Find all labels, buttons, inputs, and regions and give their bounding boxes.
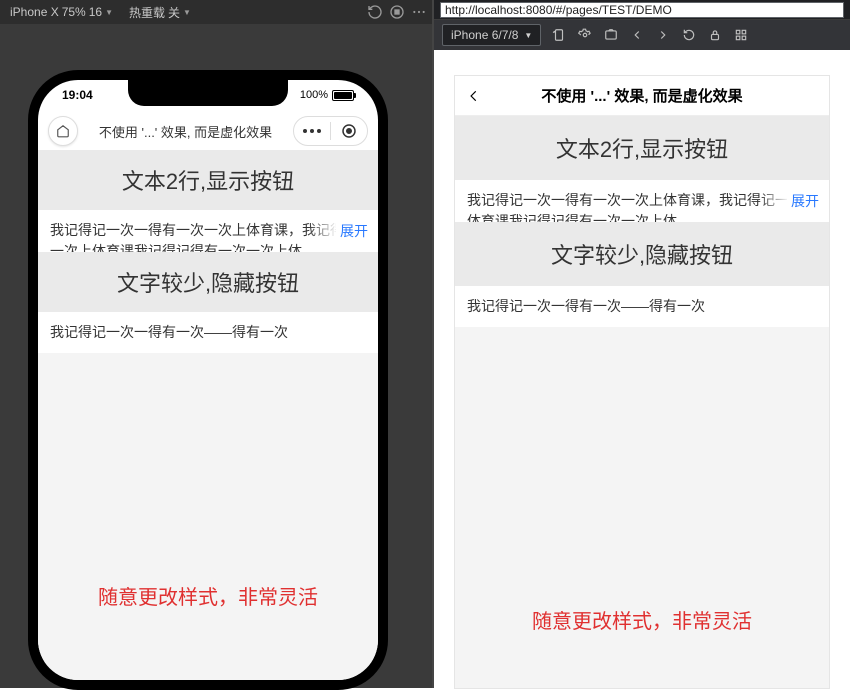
more-icon[interactable] [410,3,428,21]
arrow-left-icon[interactable] [629,27,645,43]
section-heading-2: 文字较少,隐藏按钮 [455,222,829,286]
battery-pct: 100% [300,89,328,101]
refresh-icon[interactable] [366,3,384,21]
status-battery: 100% [300,89,354,101]
reload-icon[interactable] [681,27,697,43]
mp-nav-bar: 不使用 '...' 效果, 而是虚化效果 [38,114,378,148]
text-block-1: 我记得记一次一得有一次一次上体育课，我记得记一次上体育课我记得记得有一次一次上体… [38,210,378,252]
expand-button[interactable]: 展开 [787,191,819,212]
footer-note: 随意更改样式，非常灵活 [455,605,829,634]
capsule-close-button[interactable] [331,122,367,140]
chevron-down-icon: ▼ [183,8,191,17]
hot-reload-state: 关 [168,4,180,21]
left-topbar: iPhone X 75% 16 ▼ 热重载 关 ▼ [0,0,432,24]
footer-note: 随意更改样式，非常灵活 [38,581,378,610]
hot-reload-dropdown[interactable]: 热重载 关 ▼ [123,2,197,23]
device-notch [128,80,288,106]
text-block-1: 我记得记一次一得有一次一次上体育课，我记得记一次上体育课我记得记得有一次一次上体… [455,180,829,222]
text-body-2: 我记得记一次一得有一次——得有一次 [467,298,705,314]
screenshot-icon[interactable] [603,27,619,43]
address-input[interactable] [440,2,844,18]
fade-mask [759,180,789,222]
left-devtools-panel: iPhone X 75% 16 ▼ 热重载 关 ▼ 19:04 100% [0,0,432,688]
mp-capsule [293,116,368,146]
section-heading-1: 文本2行,显示按钮 [38,150,378,210]
stop-icon[interactable] [388,3,406,21]
nav-title: 不使用 '...' 效果, 而是虚化效果 [455,85,829,106]
section-heading-1: 文本2行,显示按钮 [455,116,829,180]
text-block-2: 我记得记一次一得有一次——得有一次 [38,312,378,353]
arrow-right-icon[interactable] [655,27,671,43]
address-row [434,0,850,20]
qr-icon[interactable] [733,27,749,43]
zoom-label: 75% [62,5,86,19]
device-label: iPhone 6/7/8 [451,28,518,42]
chevron-down-icon: ▼ [524,31,532,40]
status-time: 19:04 [62,88,93,102]
settings-icon[interactable] [577,27,593,43]
lock-icon[interactable] [707,27,723,43]
simulator-screen: 19:04 100% 不使用 '...' 效果, 而是虚化效果 [38,80,378,680]
page-content: 文本2行,显示按钮 我记得记一次一得有一次一次上体育课，我记得记一次上体育课我记… [38,150,378,680]
section-heading-2: 文字较少,隐藏按钮 [38,252,378,312]
devtools-toolbar: iPhone 6/7/8 ▼ [434,20,850,50]
page-content: 文本2行,显示按钮 我记得记一次一得有一次一次上体育课，我记得记一次上体育课我记… [455,116,829,688]
hot-reload-label: 热重载 [129,4,165,21]
device-stage: 不使用 '...' 效果, 而是虚化效果 文本2行,显示按钮 我记得记一次一得有… [434,50,850,688]
chevron-down-icon: ▼ [105,8,113,17]
h5-nav-bar: 不使用 '...' 效果, 而是虚化效果 [455,76,829,116]
simulator-frame: 19:04 100% 不使用 '...' 效果, 而是虚化效果 [28,70,388,690]
fontsize-label: 16 [89,5,102,19]
device-dropdown[interactable]: iPhone X 75% 16 ▼ [4,3,119,21]
right-devtools-panel: iPhone 6/7/8 ▼ 不使用 '...' 效果, 而是虚化效果 文本2行… [432,0,850,688]
text-body-2: 我记得记一次一得有一次——得有一次 [50,324,288,340]
fade-mask [308,210,338,252]
text-block-2: 我记得记一次一得有一次——得有一次 [455,286,829,327]
home-button[interactable] [48,116,78,146]
preview-device: 不使用 '...' 效果, 而是虚化效果 文本2行,显示按钮 我记得记一次一得有… [455,76,829,688]
rotate-icon[interactable] [551,27,567,43]
device-dropdown[interactable]: iPhone 6/7/8 ▼ [442,24,541,46]
nav-title: 不使用 '...' 效果, 而是虚化效果 [86,122,285,141]
capsule-menu-button[interactable] [294,128,330,134]
device-label: iPhone X [10,5,59,19]
expand-button[interactable]: 展开 [336,221,368,242]
battery-icon [332,90,354,101]
